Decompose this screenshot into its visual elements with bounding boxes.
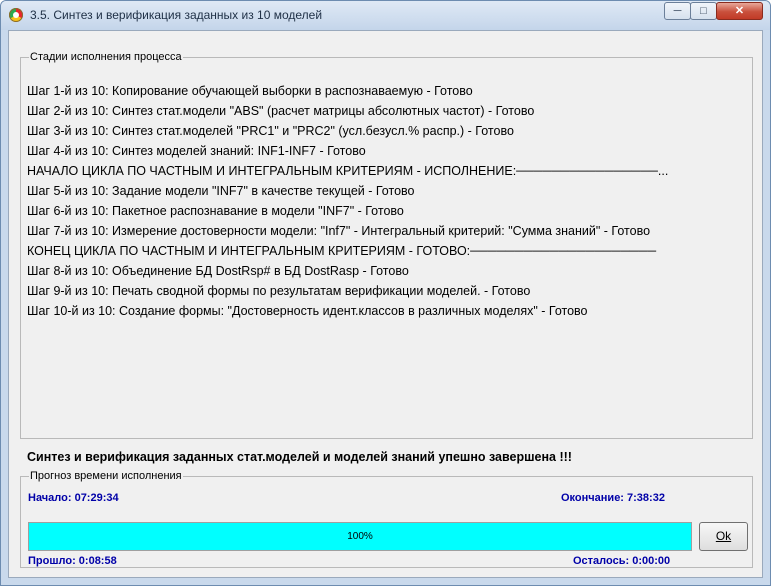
client-area: Стадии исполнения процесса Шаг 1-й из 10… bbox=[8, 30, 763, 578]
minimize-button[interactable]: ─ bbox=[664, 2, 691, 20]
completion-message: Синтез и верификация заданных стат.модел… bbox=[27, 450, 572, 464]
stage-item: Шаг 5-й из 10: Задание модели "INF7" в к… bbox=[27, 184, 415, 198]
stage-item: Шаг 1-й из 10: Копирование обучающей выб… bbox=[27, 84, 473, 98]
close-button[interactable]: ✕ bbox=[716, 2, 763, 20]
maximize-button[interactable]: □ bbox=[690, 2, 717, 20]
time-forecast-group: Прогноз времени исполнения Начало: 07:29… bbox=[20, 470, 753, 568]
stage-item: Шаг 4-й из 10: Синтез моделей знаний: IN… bbox=[27, 144, 366, 158]
stage-list: Шаг 1-й из 10: Копирование обучающей выб… bbox=[27, 81, 668, 321]
stages-group: Стадии исполнения процесса Шаг 1-й из 10… bbox=[20, 51, 753, 439]
ok-button[interactable]: Ok bbox=[699, 522, 748, 551]
forecast-legend: Прогноз времени исполнения bbox=[30, 470, 182, 482]
stage-item: Шаг 7-й из 10: Измерение достоверности м… bbox=[27, 224, 651, 238]
progress-bar: 100% bbox=[28, 522, 692, 551]
window-title: 3.5. Синтез и верификация заданных из 10… bbox=[30, 8, 323, 22]
stage-item: Шаг 8-й из 10: Объединение БД DostRsp# в… bbox=[27, 264, 409, 278]
stage-item: НАЧАЛО ЦИКЛА ПО ЧАСТНЫМ И ИНТЕГРАЛЬНЫМ К… bbox=[27, 164, 669, 178]
app-logo-icon bbox=[9, 8, 23, 22]
end-time-label: Окончание: 7:38:32 bbox=[561, 492, 665, 504]
progress-label: 100% bbox=[347, 531, 373, 542]
stages-legend: Стадии исполнения процесса bbox=[30, 51, 182, 63]
start-time-label: Начало: 07:29:34 bbox=[28, 492, 119, 504]
stage-item: Шаг 3-й из 10: Синтез стат.моделей "PRC1… bbox=[27, 124, 514, 138]
stage-item: КОНЕЦ ЦИКЛА ПО ЧАСТНЫМ И ИНТЕГРАЛЬНЫМ КР… bbox=[27, 244, 657, 258]
remaining-time-label: Осталось: 0:00:00 bbox=[573, 555, 671, 567]
title-bar[interactable]: 3.5. Синтез и верификация заданных из 10… bbox=[1, 1, 770, 30]
stage-item: Шаг 2-й из 10: Синтез стат.модели "ABS" … bbox=[27, 104, 535, 118]
elapsed-time-label: Прошло: 0:08:58 bbox=[28, 555, 117, 567]
stage-item: Шаг 9-й из 10: Печать сводной формы по р… bbox=[27, 284, 531, 298]
stage-item: Шаг 6-й из 10: Пакетное распознавание в … bbox=[27, 204, 404, 218]
stage-item: Шаг 10-й из 10: Создание формы: "Достове… bbox=[27, 304, 588, 318]
dialog-window: 3.5. Синтез и верификация заданных из 10… bbox=[0, 0, 771, 586]
